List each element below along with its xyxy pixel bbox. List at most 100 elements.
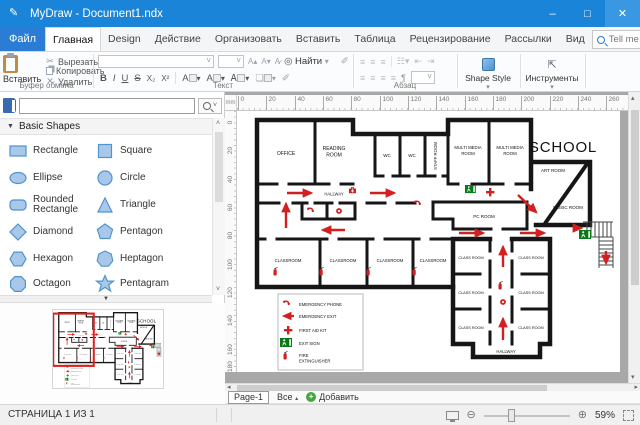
tell-me-search[interactable] [592,30,640,49]
fit-page-icon[interactable] [623,410,634,421]
document-page[interactable]: OFFICE READING ROOM WC WC STAFF ROOM MUL… [237,111,620,372]
panel-splitter[interactable]: ▼ [0,295,212,303]
vertical-scroll-thumb[interactable] [631,110,639,285]
svg-text:ROOM: ROOM [503,151,517,156]
shape-search-button[interactable]: ˅ [198,98,222,114]
svg-text:ART ROOM: ART ROOM [541,168,565,173]
svg-text:FIRST AID KIT: FIRST AID KIT [299,328,327,333]
svg-text:MULTI MEDIA: MULTI MEDIA [454,145,482,150]
tools-button[interactable]: ⇱ Инструменты ▾ [523,55,581,91]
add-page-button[interactable]: + Добавить [306,392,359,402]
align-top-icon[interactable]: ≡ [360,57,365,67]
floorplan-drawing[interactable]: OFFICE READING ROOM WC WC STAFF ROOM MUL… [237,111,620,372]
svg-text:CLASS ROOM: CLASS ROOM [518,291,543,295]
find-button[interactable]: ◎ Найти ▾ [284,56,329,67]
pan-zoom-preview[interactable] [0,303,225,404]
tab-file[interactable]: Файл [0,27,45,51]
tab-table[interactable]: Таблица [347,27,402,51]
shape-item-rectangle[interactable]: Rectangle [8,138,94,164]
tab-action[interactable]: Действие [148,27,208,51]
svg-text:CLASSROOM: CLASSROOM [420,258,447,263]
tab-home[interactable]: Главная [45,27,101,51]
vertical-ruler: 020 4060 80100 120140 160180 [225,111,237,372]
shape-item-rounded-rectangle[interactable]: Rounded Rectangle [8,192,94,218]
tab-design[interactable]: Design [101,27,148,51]
format-painter-icon[interactable]: ✐ [341,56,349,67]
maximize-button[interactable]: □ [570,0,605,27]
ribbon: Вставить ✂ Вырезать Копировать ✕ Удалить… [0,52,640,92]
shapes-scrollbar[interactable]: ˄ ˅ [212,118,225,295]
shape-item-ellipse[interactable]: Ellipse [8,165,94,191]
bullet-list-icon[interactable]: ☷▾ [397,56,410,67]
fit-screen-icon[interactable] [446,411,459,420]
vertical-scrollbar[interactable]: ▴ ▾ [628,92,640,383]
shape-item-diamond[interactable]: Diamond [8,219,94,245]
svg-text:HALLWAY: HALLWAY [496,349,515,354]
fire-alarm-icon [500,299,506,305]
zoom-in-icon[interactable]: ⊕ [578,410,587,421]
copy-button[interactable]: Копировать [45,66,104,76]
font-family-combo[interactable] [98,55,214,68]
zoom-slider[interactable] [484,409,570,422]
tab-page-1[interactable]: Page-1 [228,391,269,404]
close-button[interactable]: ✕ [605,0,640,27]
scroll-down-icon[interactable]: ▾ [631,373,635,381]
svg-text:HALLWAY: HALLWAY [324,192,343,197]
svg-text:CLASS ROOM: CLASS ROOM [518,256,543,260]
indent-increase-icon[interactable]: ⇥ [427,56,435,67]
tab-view[interactable]: Вид [559,27,592,51]
horizontal-scrollbar[interactable]: ◂ ▸ [225,383,640,391]
room-label-office: OFFICE [277,151,296,157]
shape-item-heptagon[interactable]: Heptagon [95,246,181,272]
svg-text:CLASS ROOM: CLASS ROOM [458,291,483,295]
clipboard-icon [3,55,18,73]
scroll-right-icon[interactable]: ▸ [634,383,638,391]
shape-item-pentagram[interactable]: Pentagram [95,271,181,297]
shape-search-input[interactable] [19,98,195,114]
svg-text:EMERGENCY EXIT: EMERGENCY EXIT [299,314,337,319]
shape-item-square[interactable]: Square [95,138,181,164]
zoom-slider-thumb[interactable] [508,409,515,422]
svg-text:EXIT SIGN: EXIT SIGN [299,341,320,346]
scroll-up-icon[interactable]: ˄ [216,120,220,127]
shapes-scroll-thumb[interactable] [215,132,223,202]
shape-item-circle[interactable]: Circle [95,165,181,191]
minimize-button[interactable]: – [535,0,570,27]
tab-mailings[interactable]: Рассылки [498,27,559,51]
shape-item-triangle[interactable]: Triangle [95,192,181,218]
exit-sign-icon [280,338,292,347]
scroll-down-icon[interactable]: ˅ [216,286,220,293]
tell-me-input[interactable] [609,34,640,45]
mydraw-window: ✎ MyDraw - Document1.ndx – □ ✕ Файл Глав… [0,0,640,425]
shrink-font-icon[interactable]: A▾ [261,57,270,66]
pages-dropdown[interactable]: Все ▴ [277,392,298,402]
scroll-up-icon[interactable]: ▴ [631,94,635,102]
indent-decrease-icon[interactable]: ⇤ [414,56,422,67]
page-count-label: СТРАНИЦА 1 ИЗ 1 [8,409,95,420]
svg-text:STAFF ROOM: STAFF ROOM [433,142,438,170]
search-icon [597,36,605,44]
svg-text:WC: WC [408,153,416,158]
library-book-icon[interactable] [3,98,16,113]
svg-text:CLASSROOM: CLASSROOM [275,258,302,263]
zoom-out-icon[interactable]: ⊖ [467,410,476,421]
shape-style-button[interactable]: Shape Style ▾ [459,55,517,91]
svg-text:PC ROOM: PC ROOM [473,214,495,219]
tab-insert[interactable]: Вставить [289,27,348,51]
shape-item-pentagon[interactable]: Pentagon [95,219,181,245]
font-size-combo[interactable] [218,55,244,68]
zoom-level: 59% [595,410,615,421]
section-basic-shapes[interactable]: ▼ Basic Shapes [0,118,212,135]
svg-text:CLASSROOM: CLASSROOM [330,258,357,263]
collapse-triangle-icon: ▼ [7,123,14,130]
clear-format-icon[interactable]: A̷ [275,57,280,66]
ruler-unit: mm [225,95,237,111]
grow-font-icon[interactable]: A▴ [248,57,257,66]
align-bottom-icon[interactable]: ≡ [381,57,386,67]
tab-review[interactable]: Рецензирование [403,27,498,51]
shape-item-octagon[interactable]: Octagon [8,271,94,297]
fire-alarm-icon [336,208,342,214]
tab-arrange[interactable]: Организовать [208,27,289,51]
align-middle-icon[interactable]: ≡ [370,57,375,67]
shape-item-hexagon[interactable]: Hexagon [8,246,94,272]
